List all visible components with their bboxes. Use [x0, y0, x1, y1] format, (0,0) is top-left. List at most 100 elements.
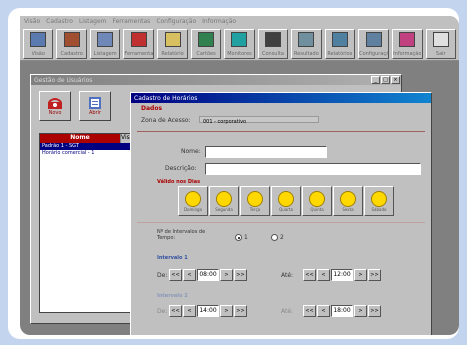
menu-item[interactable]: Listagem — [79, 18, 107, 25]
day-button-0[interactable]: Domingo — [178, 186, 208, 216]
zona-field: 001 - corporativo — [199, 116, 319, 125]
maximize-button[interactable]: □ — [381, 76, 390, 84]
open-button-label: Abrir — [88, 110, 102, 116]
book-icon — [30, 32, 47, 47]
toolbar-button-4[interactable]: Relatório — [157, 29, 188, 59]
first-button[interactable]: << — [169, 305, 182, 317]
smiley-icon — [247, 190, 263, 207]
toolbar-button-label: Relatório — [161, 51, 184, 57]
close-button[interactable]: × — [391, 76, 400, 84]
day-label: Quinta — [310, 206, 324, 212]
menu-item[interactable]: Cadastro — [46, 18, 73, 25]
de-label: De: — [157, 308, 168, 315]
toolbar-button-2[interactable]: Listagem — [89, 29, 121, 59]
interval-1-from[interactable]: 08:00 — [197, 269, 219, 281]
toolbar-button-label: Consulta — [261, 51, 284, 57]
smiley-icon — [278, 190, 294, 207]
menu-item[interactable]: Visão — [24, 18, 40, 25]
interval-1-title: Intervalo 1 — [157, 255, 188, 261]
list-item[interactable]: Padrão 1 - SGT — [40, 143, 136, 150]
interval-2-to[interactable]: 18:00 — [331, 305, 353, 317]
day-button-3[interactable]: Quarta — [271, 186, 301, 216]
menu-item[interactable]: Informação — [202, 18, 236, 25]
nome-label: Nome: — [181, 148, 201, 155]
toolbar-button-9[interactable]: Relatórios — [324, 29, 356, 59]
last-button[interactable]: >> — [234, 305, 247, 317]
menu-item[interactable]: Configuração — [156, 18, 196, 25]
intervals-radio-2[interactable] — [271, 234, 278, 241]
toolbar-button-11[interactable]: Informação — [392, 29, 423, 59]
menu-bar: Visão Cadastro Listagem Ferramentas Conf… — [20, 16, 459, 27]
day-label: Quarta — [279, 206, 293, 212]
search-icon — [264, 32, 281, 47]
day-label: Domingo — [183, 206, 203, 212]
gift-icon — [130, 32, 147, 47]
toolbar-button-3[interactable]: Ferramentas — [123, 29, 155, 59]
next-button[interactable]: > — [220, 305, 233, 317]
day-button-2[interactable]: Terça — [240, 186, 270, 216]
first-button[interactable]: << — [303, 269, 316, 281]
last-button[interactable]: >> — [234, 269, 247, 281]
toolbar-button-label: Relatórios — [327, 51, 353, 57]
new-button[interactable]: Novo — [39, 91, 71, 121]
schedule-list[interactable]: Nome Vis Padrão 1 - SGT Horário comercia… — [39, 133, 137, 313]
prev-button[interactable]: < — [317, 269, 330, 281]
toolbar-button-label: Cadastro — [60, 51, 83, 57]
list-item[interactable]: Horário comercial - 1 — [40, 150, 136, 157]
report-icon — [164, 32, 181, 47]
menu-item[interactable]: Ferramentas — [112, 18, 150, 25]
last-button[interactable]: >> — [368, 305, 381, 317]
interval-2-from[interactable]: 14:00 — [197, 305, 219, 317]
editor-titlebar: Cadastro de Horários — [131, 93, 431, 103]
day-label: Segunda — [215, 206, 233, 212]
toolbar-button-1[interactable]: Cadastro — [56, 29, 87, 59]
intervals-radio-1[interactable] — [235, 234, 242, 241]
prev-button[interactable]: < — [317, 305, 330, 317]
section-dias: Válido nos Dias — [157, 179, 201, 185]
day-button-4[interactable]: Quinta — [302, 186, 332, 216]
cube-icon — [399, 32, 416, 47]
smiley-icon — [340, 190, 356, 207]
open-button[interactable]: Abrir — [79, 91, 111, 121]
toolbar-button-6[interactable]: Monitores — [224, 29, 255, 59]
ate-label: Até: — [281, 308, 294, 315]
day-button-6[interactable]: Sábado — [364, 186, 394, 216]
desktop-screen: Visão Cadastro Listagem Ferramentas Conf… — [20, 16, 459, 335]
toolbar-button-7[interactable]: Consulta — [257, 29, 289, 59]
tools-icon — [298, 32, 315, 47]
people-icon — [63, 32, 80, 47]
descricao-label: Descrição: — [165, 165, 197, 172]
toolbar-button-12[interactable]: Sair — [425, 29, 456, 59]
globe-icon — [365, 32, 382, 47]
telephone-icon — [48, 98, 62, 109]
interval-1-to[interactable]: 12:00 — [331, 269, 353, 281]
first-button[interactable]: << — [303, 305, 316, 317]
day-button-5[interactable]: Sexta — [333, 186, 363, 216]
minimize-button[interactable]: _ — [371, 76, 380, 84]
prev-button[interactable]: < — [183, 305, 196, 317]
prev-button[interactable]: < — [183, 269, 196, 281]
zona-value: 001 - corporativo — [203, 119, 247, 125]
monitor-icon — [231, 32, 248, 47]
section-dados: Dados — [141, 105, 163, 112]
next-button[interactable]: > — [354, 269, 367, 281]
next-button[interactable]: > — [354, 305, 367, 317]
window-title: Gestão de Usuários — [34, 76, 93, 84]
toolbar-button-10[interactable]: Configuração — [358, 29, 390, 59]
exit-icon — [432, 32, 449, 47]
intervals-label: Nº de Intervalos de Tempo: — [157, 229, 206, 241]
descricao-input[interactable] — [205, 163, 421, 175]
column-header-name[interactable]: Nome — [40, 134, 120, 143]
toolbar-button-0[interactable]: Visão — [23, 29, 54, 59]
next-button[interactable]: > — [220, 269, 233, 281]
first-button[interactable]: << — [169, 269, 182, 281]
last-button[interactable]: >> — [368, 269, 381, 281]
toolbar-button-label: Resultado — [294, 51, 319, 57]
toolbar-button-5[interactable]: Cartões — [190, 29, 222, 59]
main-toolbar: Visão Cadastro Listagem Ferramentas Relatóri… — [20, 27, 459, 61]
nome-input[interactable] — [205, 146, 327, 158]
toolbar-button-8[interactable]: Resultado — [291, 29, 322, 59]
toolbar-button-label: Listagem — [93, 51, 117, 57]
building-icon — [97, 32, 114, 47]
day-button-1[interactable]: Segunda — [209, 186, 239, 216]
